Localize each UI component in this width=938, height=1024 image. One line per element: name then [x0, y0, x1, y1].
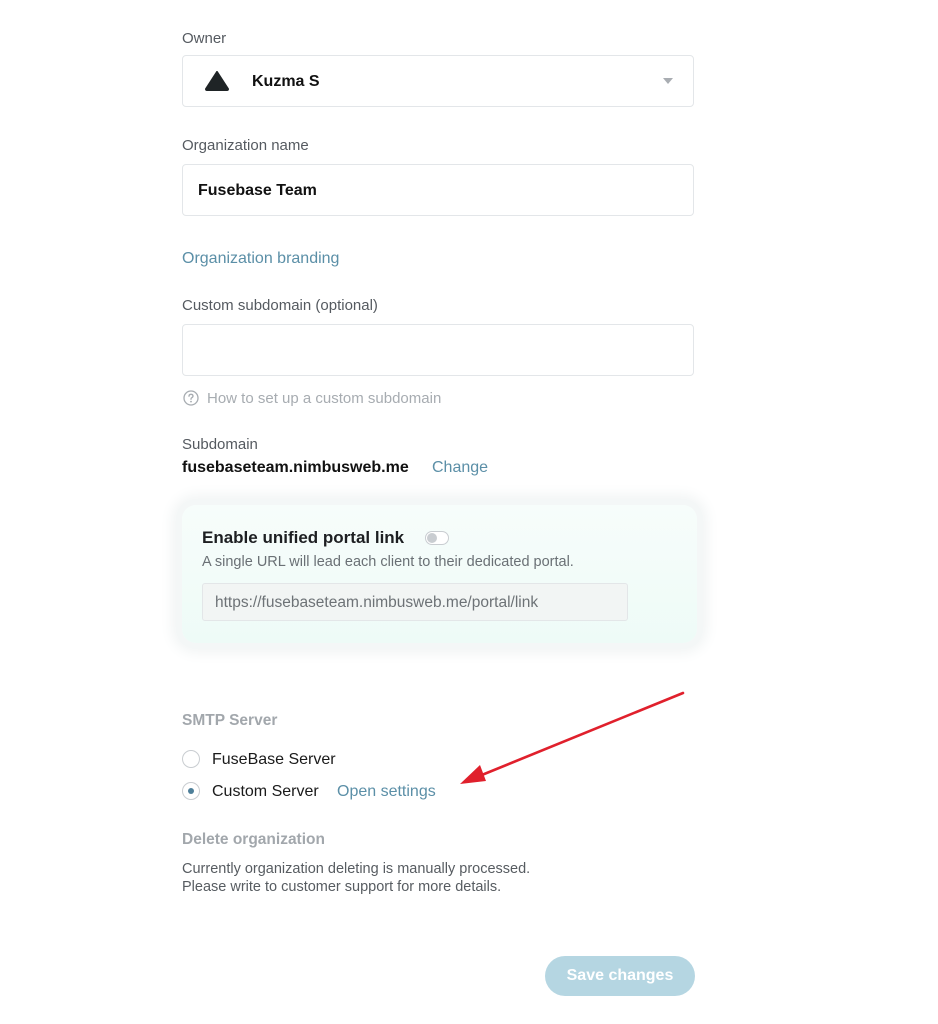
fusebase-server-label[interactable]: FuseBase Server: [212, 751, 336, 769]
custom-server-label[interactable]: Custom Server: [212, 783, 319, 801]
fusebase-server-radio[interactable]: [182, 750, 200, 768]
question-circle-icon: [183, 390, 199, 406]
owner-select[interactable]: Kuzma S: [182, 55, 694, 107]
organization-name-label: Organization name: [182, 137, 309, 154]
open-settings-link[interactable]: Open settings: [337, 783, 436, 801]
custom-subdomain-label: Custom subdomain (optional): [182, 297, 378, 314]
annotation-arrow-icon: [460, 691, 685, 784]
delete-organization-info-line1: Currently organization deleting is manua…: [182, 861, 531, 877]
subdomain-label: Subdomain: [182, 436, 258, 453]
unified-portal-description: A single URL will lead each client to th…: [202, 554, 574, 570]
organization-name-field[interactable]: Fusebase Team: [182, 164, 694, 216]
owner-name: Kuzma S: [252, 73, 320, 90]
change-subdomain-link[interactable]: Change: [432, 459, 488, 477]
unified-portal-url-field[interactable]: https://fusebaseteam.nimbusweb.me/portal…: [202, 583, 628, 621]
owner-label: Owner: [182, 30, 227, 47]
unified-portal-toggle[interactable]: [425, 531, 449, 545]
custom-server-radio[interactable]: [182, 782, 200, 800]
custom-subdomain-help-link[interactable]: How to set up a custom subdomain: [207, 390, 441, 407]
owner-avatar-icon: [205, 71, 229, 91]
chevron-down-icon: [663, 78, 673, 84]
delete-organization-heading: Delete organization: [182, 831, 325, 848]
unified-portal-card: Enable unified portal link A single URL …: [182, 505, 697, 643]
organization-branding-link[interactable]: Organization branding: [182, 250, 339, 268]
unified-portal-title: Enable unified portal link: [202, 528, 405, 547]
toggle-knob: [427, 533, 437, 543]
custom-subdomain-input[interactable]: [182, 324, 694, 376]
save-changes-button[interactable]: Save changes: [545, 956, 695, 996]
smtp-server-heading: SMTP Server: [182, 712, 278, 729]
organization-name-value: Fusebase Team: [198, 182, 317, 199]
delete-organization-info-line2: Please write to customer support for mor…: [182, 879, 502, 895]
subdomain-value: fusebaseteam.nimbusweb.me: [182, 459, 409, 476]
